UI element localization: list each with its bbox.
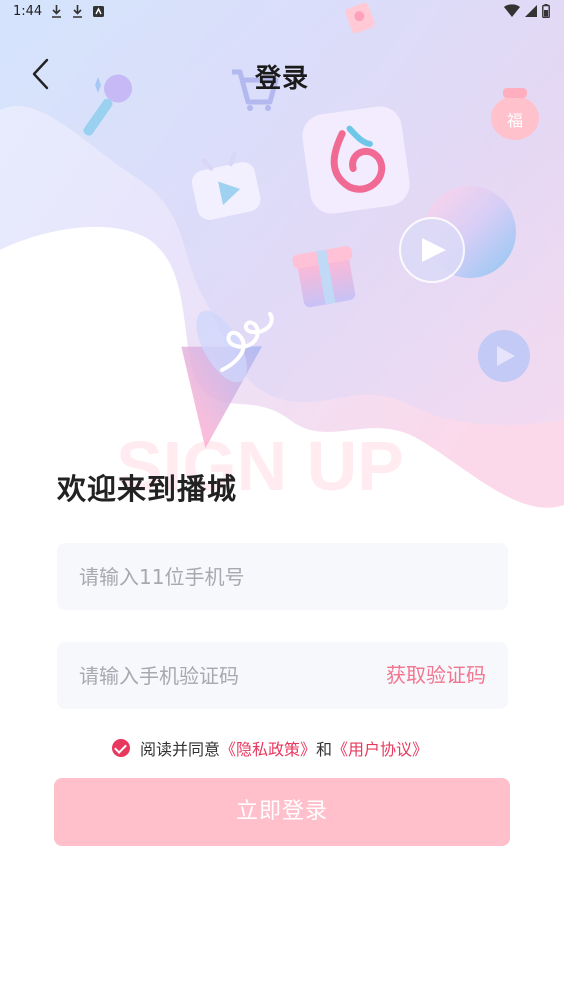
privacy-policy-link[interactable]: 《隐私政策》 [220, 736, 316, 760]
download-icon [73, 5, 82, 18]
play-circle-icon [399, 217, 465, 283]
app-logo-icon [302, 106, 410, 214]
status-bar: 1:44 [0, 0, 564, 26]
status-time: 1:44 [13, 4, 43, 19]
small-play-icon [478, 330, 530, 382]
page-title: 登录 [254, 64, 309, 94]
code-field[interactable]: 获取验证码 [57, 642, 508, 709]
get-code-button[interactable]: 获取验证码 [386, 642, 486, 709]
battery-icon [542, 4, 550, 18]
welcome-heading: 欢迎来到播城 [57, 472, 238, 506]
wifi-icon [504, 4, 520, 17]
app-notification-icon [93, 6, 104, 17]
phone-field[interactable] [57, 543, 508, 610]
agreement-prefix: 阅读并同意 [140, 740, 221, 759]
agreement-connector: 和 [316, 740, 333, 759]
agreement-row: 阅读并同意 《隐私政策》和《用户协议》 [112, 736, 428, 760]
svg-text:福: 福 [507, 111, 523, 130]
login-button[interactable]: 立即登录 [54, 778, 510, 846]
user-agreement-link[interactable]: 《用户协议》 [332, 736, 428, 760]
agreement-checkbox[interactable] [112, 739, 130, 757]
signal-icon [525, 5, 537, 17]
download-icon [52, 5, 61, 18]
verification-code-input[interactable] [79, 642, 359, 709]
phone-input[interactable] [79, 543, 359, 610]
